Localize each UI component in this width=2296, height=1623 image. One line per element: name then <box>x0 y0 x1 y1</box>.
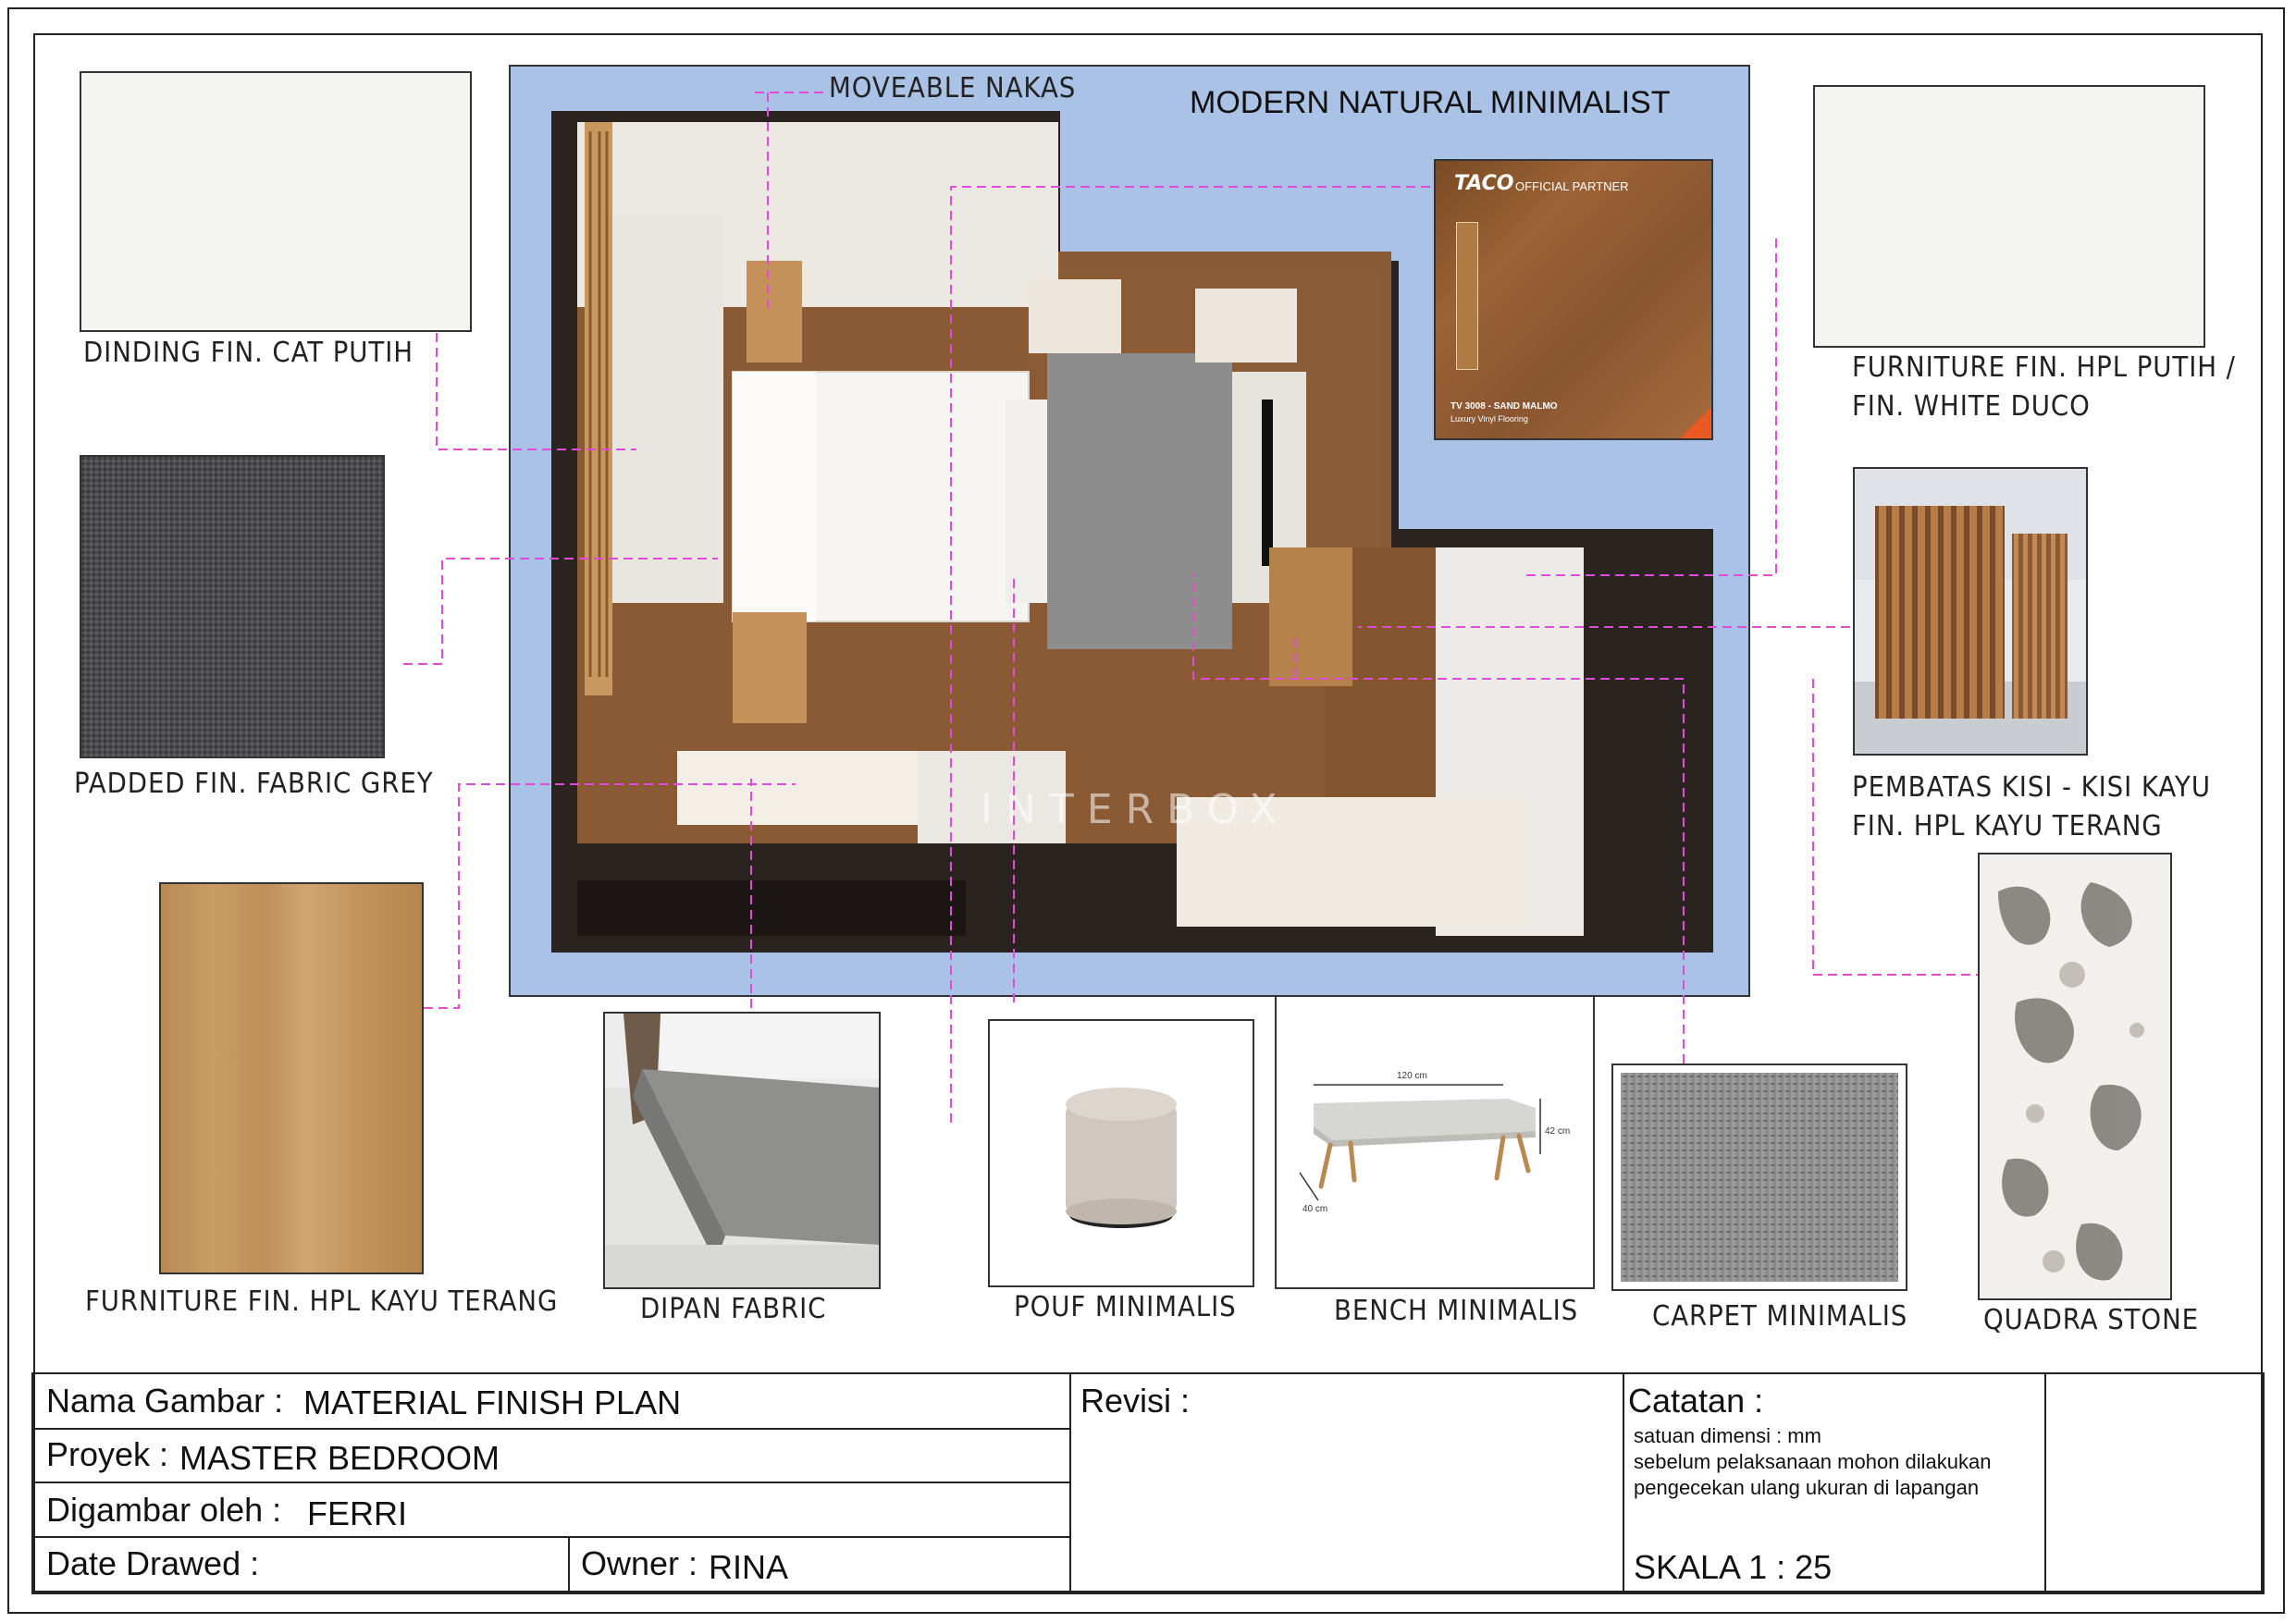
tb-skala: SKALA 1 : 25 <box>1634 1548 1833 1586</box>
tb-row-divider-2 <box>31 1482 1071 1483</box>
tb-nama-gambar-value: MATERIAL FINISH PLAN <box>303 1383 682 1421</box>
tb-col-divider-owner <box>568 1536 570 1593</box>
tb-proyek-label: Proyek : <box>46 1435 169 1473</box>
tb-digambar-label: Digambar oleh : <box>46 1491 282 1529</box>
tb-owner-label: Owner : <box>581 1544 698 1582</box>
tb-revisi-label: Revisi : <box>1080 1382 1191 1420</box>
tb-proyek-value: MASTER BEDROOM <box>179 1439 500 1477</box>
tb-row-divider-1 <box>31 1428 1071 1430</box>
tb-date-label: Date Drawed : <box>46 1544 260 1582</box>
tb-note-3: pengecekan ulang ukuran di lapangan <box>1634 1476 1980 1499</box>
tb-nama-gambar-label: Nama Gambar : <box>46 1382 284 1420</box>
tb-catatan-label: Catatan : <box>1628 1382 1764 1420</box>
tb-digambar-value: FERRI <box>307 1494 407 1532</box>
tb-row-divider-3 <box>31 1536 1071 1538</box>
tb-note-2: sebelum pelaksanaan mohon dilakukan <box>1634 1450 1992 1473</box>
tb-note-1: satuan dimensi : mm <box>1634 1424 1821 1447</box>
tb-owner-value: RINA <box>709 1548 789 1586</box>
